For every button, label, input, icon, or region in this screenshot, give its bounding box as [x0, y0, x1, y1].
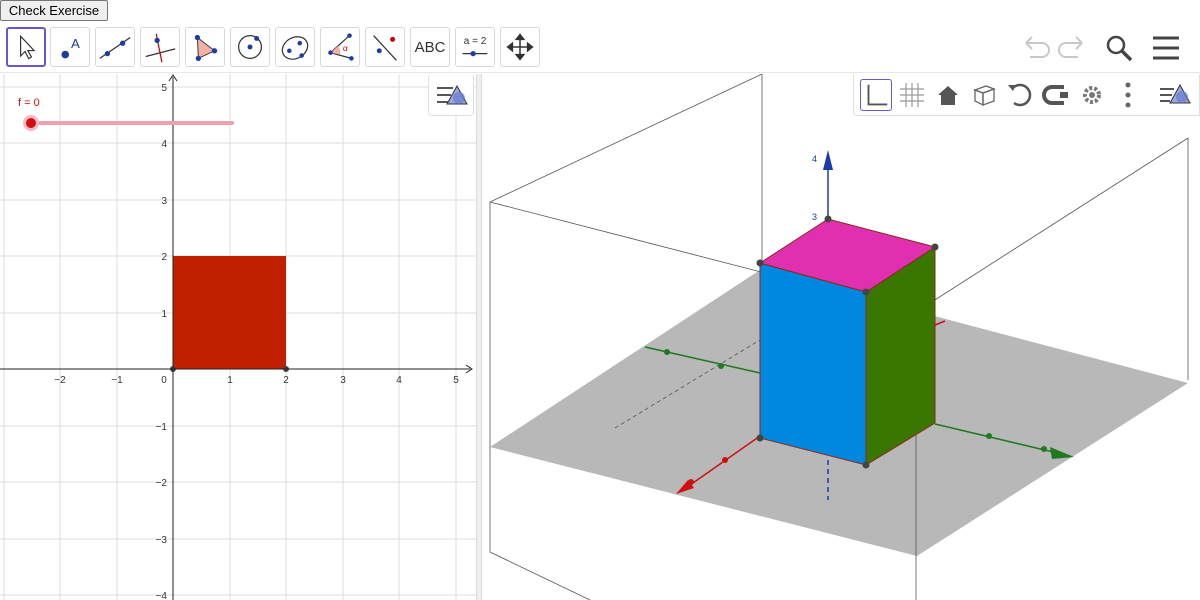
- reflect-tool-button[interactable]: [365, 27, 405, 67]
- line-tool-button[interactable]: [95, 27, 135, 67]
- geogebra-app: Check Exercise A α ABC a = 2 −2 −1 0 1 2…: [0, 0, 1200, 600]
- cuboid-front-face[interactable]: [759, 262, 867, 466]
- text-tool-button[interactable]: ABC: [410, 27, 450, 67]
- x-tick-labels: −2 −1 0 1 2 3 4 5: [54, 375, 459, 386]
- graphics-2d-canvas: −2 −1 0 1 2 3 4 5 5 4 3 2 1 −1 −2 −3 −4: [0, 74, 476, 600]
- text-tool-label: ABC: [414, 39, 446, 56]
- settings-icon: [1083, 86, 1101, 104]
- reflect-icon: [373, 35, 397, 61]
- x-tick: 0: [161, 375, 167, 386]
- graphics-view-3d[interactable]: 4 3: [482, 74, 1200, 600]
- point-icon: A: [61, 36, 80, 59]
- graphics-view-2d[interactable]: −2 −1 0 1 2 3 4 5 5 4 3 2 1 −1 −2 −3 −4: [0, 74, 476, 600]
- y-tick: 4: [161, 139, 167, 150]
- red-square[interactable]: [173, 256, 286, 369]
- line-icon: [99, 36, 131, 59]
- x-tick: 4: [396, 375, 402, 386]
- x-tick: −1: [111, 375, 123, 386]
- y-tick: 3: [161, 196, 167, 207]
- redo-icon: [1058, 36, 1083, 58]
- x-tick: 3: [340, 375, 346, 386]
- z-tick: 4: [812, 154, 817, 164]
- slider-icon: [462, 50, 488, 57]
- move-view-tool-button[interactable]: [500, 27, 540, 67]
- y-tick: −1: [156, 422, 168, 433]
- undo-button[interactable]: [1020, 33, 1052, 63]
- x-tick: −2: [54, 375, 66, 386]
- y-tick: 5: [161, 83, 167, 94]
- y-tick: −3: [156, 535, 168, 546]
- view-direction-button[interactable]: [968, 79, 1000, 111]
- graphics-3d-canvas: 4 3: [489, 74, 1189, 600]
- y-tick: −2: [156, 478, 168, 489]
- search-button[interactable]: [1103, 33, 1135, 63]
- z-tick: 3: [812, 212, 817, 222]
- ellipse-tool-button[interactable]: [275, 27, 315, 67]
- grid-icon: [900, 83, 924, 107]
- arrow-cursor-icon: [20, 34, 36, 60]
- menu-icon: [1153, 36, 1179, 60]
- angle-icon: α: [328, 33, 354, 61]
- redo-button[interactable]: [1056, 33, 1088, 63]
- perpendicular-line-tool-button[interactable]: [140, 27, 180, 67]
- circle-icon: [237, 34, 263, 60]
- x-tick: 2: [283, 375, 289, 386]
- main-menu-button[interactable]: [1150, 33, 1182, 63]
- polygon-icon: [194, 34, 218, 62]
- toolbar: A α ABC a = 2: [0, 21, 1200, 73]
- circle-tool-button[interactable]: [230, 27, 270, 67]
- settings-button[interactable]: [1076, 79, 1108, 111]
- projection-icon: [1042, 85, 1068, 105]
- slider-tool-button[interactable]: a = 2: [455, 27, 495, 67]
- slider-label: f = 0: [18, 97, 40, 109]
- check-exercise-button[interactable]: Check Exercise: [0, 0, 108, 21]
- toggle-axes-button[interactable]: [860, 79, 892, 111]
- undo-icon: [1025, 36, 1050, 58]
- polygon-tool-button[interactable]: [185, 27, 225, 67]
- slider-knob[interactable]: [26, 118, 36, 128]
- svg-text:α: α: [343, 43, 348, 53]
- graphics-3d-style-bar: [853, 74, 1200, 116]
- y-tick: 2: [161, 252, 167, 263]
- y-tick-labels: 5 4 3 2 1 −1 −2 −3 −4: [156, 83, 168, 600]
- x-tick: 1: [227, 375, 233, 386]
- axes-icon: [867, 84, 888, 106]
- more-icon: [1125, 82, 1131, 108]
- move-arrows-icon: [506, 33, 534, 61]
- standard-view-button[interactable]: [932, 79, 964, 111]
- rotate-view-button[interactable]: [1004, 79, 1036, 111]
- rotate-icon: [1008, 83, 1032, 107]
- style-bar-toggle-3d[interactable]: [1156, 79, 1194, 111]
- move-tool-button[interactable]: [6, 27, 46, 67]
- search-icon: [1106, 35, 1133, 62]
- projection-button[interactable]: [1040, 79, 1072, 111]
- angle-tool-button[interactable]: α: [320, 27, 360, 67]
- x-tick: 5: [453, 375, 459, 386]
- style-bar-icon: [1160, 83, 1191, 104]
- z-axis-3d: [823, 150, 833, 219]
- y-tick: 1: [161, 309, 167, 320]
- view-cube-icon: [973, 85, 996, 107]
- y-tick: −4: [156, 591, 168, 600]
- perpendicular-icon: [145, 33, 176, 63]
- style-bar-icon: [437, 84, 468, 105]
- style-bar-toggle-2d[interactable]: [428, 74, 474, 116]
- toggle-grid-button[interactable]: [896, 79, 928, 111]
- home-icon: [938, 86, 958, 105]
- more-options-button[interactable]: [1112, 79, 1144, 111]
- svg-text:A: A: [71, 36, 80, 51]
- point-tool-button[interactable]: A: [50, 27, 90, 67]
- ellipse-icon: [281, 36, 309, 60]
